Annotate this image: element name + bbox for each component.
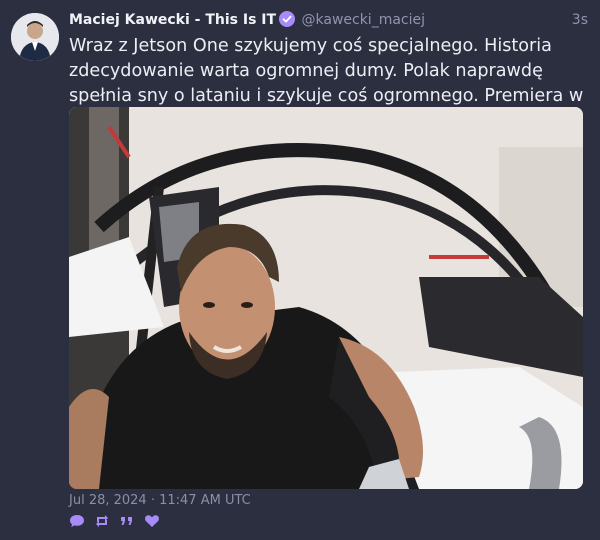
- like-icon[interactable]: [144, 513, 160, 529]
- reply-icon[interactable]: [69, 513, 85, 529]
- author-display-name[interactable]: Maciej Kawecki - This Is IT: [69, 12, 276, 28]
- relative-time[interactable]: 3s: [572, 10, 588, 30]
- post-header: Maciej Kawecki - This Is IT @kawecki_mac…: [69, 10, 588, 30]
- quote-icon[interactable]: [119, 513, 135, 529]
- post-photo[interactable]: [69, 107, 583, 489]
- author-avatar[interactable]: [11, 13, 59, 61]
- verified-badge-icon: [279, 11, 296, 33]
- post-timestamp[interactable]: Jul 28, 2024 · 11:47 AM UTC: [69, 493, 251, 508]
- repost-icon[interactable]: [94, 513, 110, 529]
- photo-icon: [69, 107, 583, 489]
- post-card: Maciej Kawecki - This Is IT @kawecki_mac…: [0, 0, 600, 540]
- author-handle[interactable]: @kawecki_maciej: [302, 12, 426, 28]
